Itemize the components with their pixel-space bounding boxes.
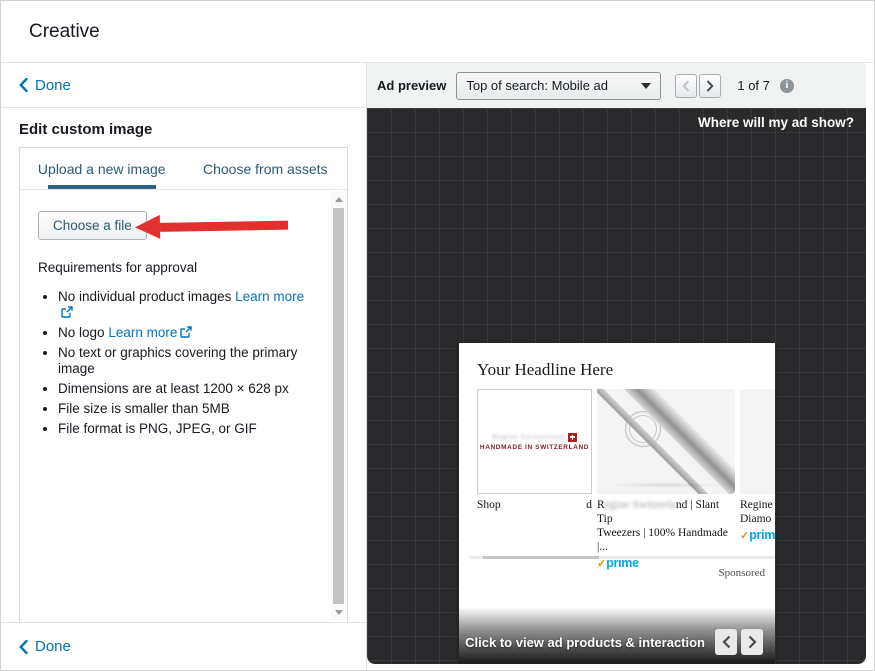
learn-more-link[interactable]: Learn more [108, 325, 193, 340]
carousel-scroll-thumb[interactable] [483, 556, 599, 559]
mockup-footer-label: Click to view ad products & interaction [465, 634, 705, 650]
tweezers-image [610, 389, 735, 494]
brand-logo-tile[interactable]: Regine Switzerland Handmade in Switzerla… [477, 389, 592, 494]
mobile-ad-mockup[interactable]: Your Headline Here Regine Switzerland Ha… [459, 343, 775, 663]
info-icon[interactable]: i [779, 78, 794, 93]
tab-assets-label: Choose from assets [203, 160, 328, 177]
chevron-left-icon [682, 79, 690, 92]
red-annotation-arrow-icon [134, 213, 289, 240]
creative-page: Creative Done Edit custom image Upload a… [0, 0, 875, 671]
brand-tagline: Handmade in Switzerland [479, 443, 590, 451]
upload-tab-content: Choose a file Requirements for approval … [20, 191, 347, 622]
requirement-text: File format is PNG, JPEG, or GIF [58, 421, 257, 436]
product3-title-line1: Regine [740, 499, 773, 511]
ad-preview-header: Ad preview Top of search: Mobile ad 1 of… [367, 63, 866, 108]
sponsored-label: Sponsored [718, 567, 765, 579]
ad-preview-label: Ad preview [377, 78, 447, 93]
mockup-footer-overlay: Click to view ad products & interaction [459, 607, 775, 663]
carousel-scroll-track [469, 556, 775, 559]
blurred-title-segment: egine Switzerla [604, 499, 676, 511]
image-shadow [605, 482, 727, 488]
page-header: Creative [1, 1, 874, 63]
requirement-text: File size is smaller than 5MB [58, 401, 230, 416]
requirement-text: No individual product images [58, 289, 232, 304]
tab-bar: Upload a new image Choose from assets [20, 148, 347, 190]
requirement-item: No text or graphics covering the primary… [58, 345, 311, 377]
chevron-left-icon [19, 78, 28, 92]
chevron-right-icon [748, 635, 757, 649]
arrow-head [134, 214, 161, 240]
next-preview-button[interactable] [699, 73, 722, 98]
done-link-bottom[interactable]: Done [19, 638, 71, 655]
requirement-item: No logo Learn more [58, 325, 311, 341]
tab-upload-label: Upload a new image [37, 160, 166, 177]
choose-file-button[interactable]: Choose a file [38, 211, 147, 240]
chevron-left-icon [721, 635, 730, 649]
done-label: Done [35, 76, 71, 94]
prime-check-icon: ✓ [740, 530, 750, 542]
choose-file-row: Choose a file [38, 211, 311, 241]
placement-dropdown-value: Top of search: Mobile ad [466, 78, 608, 93]
done-bar-top: Done [1, 63, 366, 108]
section-title: Edit custom image [19, 121, 153, 138]
requirement-item: No individual product images Learn more [58, 289, 311, 321]
product-image-row: Regine Switzerland Handmade in Switzerla… [477, 389, 775, 496]
requirements-heading: Requirements for approval [38, 260, 198, 275]
mockup-next-button[interactable] [741, 629, 763, 655]
chevron-down-icon [641, 82, 652, 89]
external-link-icon [61, 306, 73, 318]
external-link-icon [180, 326, 193, 338]
blurred-brand-name: Regine Switzerland [492, 433, 566, 441]
product2-caption[interactable]: Regine Switzerland | Slant Tip Tweezers … [597, 498, 735, 571]
brand-tile-caption[interactable]: Shop d [477, 498, 592, 571]
edit-custom-image-section: Edit custom image Upload a new image Cho… [1, 108, 366, 622]
tab-choose-from-assets[interactable]: Choose from assets [184, 148, 348, 189]
requirement-text: No logo [58, 325, 105, 340]
chevron-left-icon [19, 639, 28, 654]
prime-badge: prime [749, 528, 775, 542]
truncated-text: d [586, 499, 592, 511]
requirement-text: Dimensions are at least 1200 × 628 px [58, 381, 289, 396]
product2-title-line2: Tweezers | 100% Handmade |... [597, 527, 728, 553]
page-title: Creative [29, 20, 100, 42]
scrollbar-thumb[interactable] [333, 208, 344, 604]
scrollbar-down-icon[interactable] [331, 605, 346, 620]
edit-panel: Done Edit custom image Upload a new imag… [1, 63, 367, 670]
previous-preview-button[interactable] [675, 73, 698, 98]
product-image-tile[interactable] [597, 389, 735, 494]
scrollbar-up-icon[interactable] [331, 192, 346, 207]
ad-preview-panel: Ad preview Top of search: Mobile ad 1 of… [367, 63, 874, 670]
canvas-hint-text: Where will my ad show? [697, 115, 854, 130]
requirement-item: Dimensions are at least 1200 × 628 px [58, 381, 311, 397]
prime-check-icon: ✓ [597, 558, 607, 570]
done-label: Done [35, 638, 71, 655]
chevron-right-icon [707, 79, 714, 92]
mockup-prev-button[interactable] [715, 629, 737, 655]
ad-headline: Your Headline Here [477, 360, 614, 379]
requirement-item: File size is smaller than 5MB [58, 401, 311, 417]
preview-page-indicator: 1 of 7 [737, 78, 770, 93]
product-image-tile-clipped[interactable] [740, 389, 775, 494]
shop-label: Shop [477, 499, 501, 511]
product-caption-row: Shop d Regine Switzerland | Slant Tip Tw… [477, 498, 775, 571]
panel-scrollbar[interactable] [331, 191, 346, 621]
product3-title-line2: Diamo [740, 513, 772, 525]
done-bar-bottom: Done [1, 622, 366, 670]
tab-upload-new-image[interactable]: Upload a new image [20, 148, 184, 189]
requirements-list: No individual product images Learn more … [38, 289, 311, 437]
product3-caption[interactable]: Regine Diamo ✓prime [740, 498, 775, 571]
done-link-top[interactable]: Done [19, 77, 71, 94]
preview-canvas: Where will my ad show? Your Headline Her… [367, 108, 866, 664]
arrow-shaft [159, 220, 289, 232]
requirement-item: File format is PNG, JPEG, or GIF [58, 421, 311, 437]
upload-card: Upload a new image Choose from assets Ch… [19, 147, 348, 622]
requirement-text: No text or graphics covering the primary… [58, 345, 298, 376]
placement-dropdown[interactable]: Top of search: Mobile ad [456, 71, 662, 100]
swiss-flag-icon [567, 432, 577, 442]
